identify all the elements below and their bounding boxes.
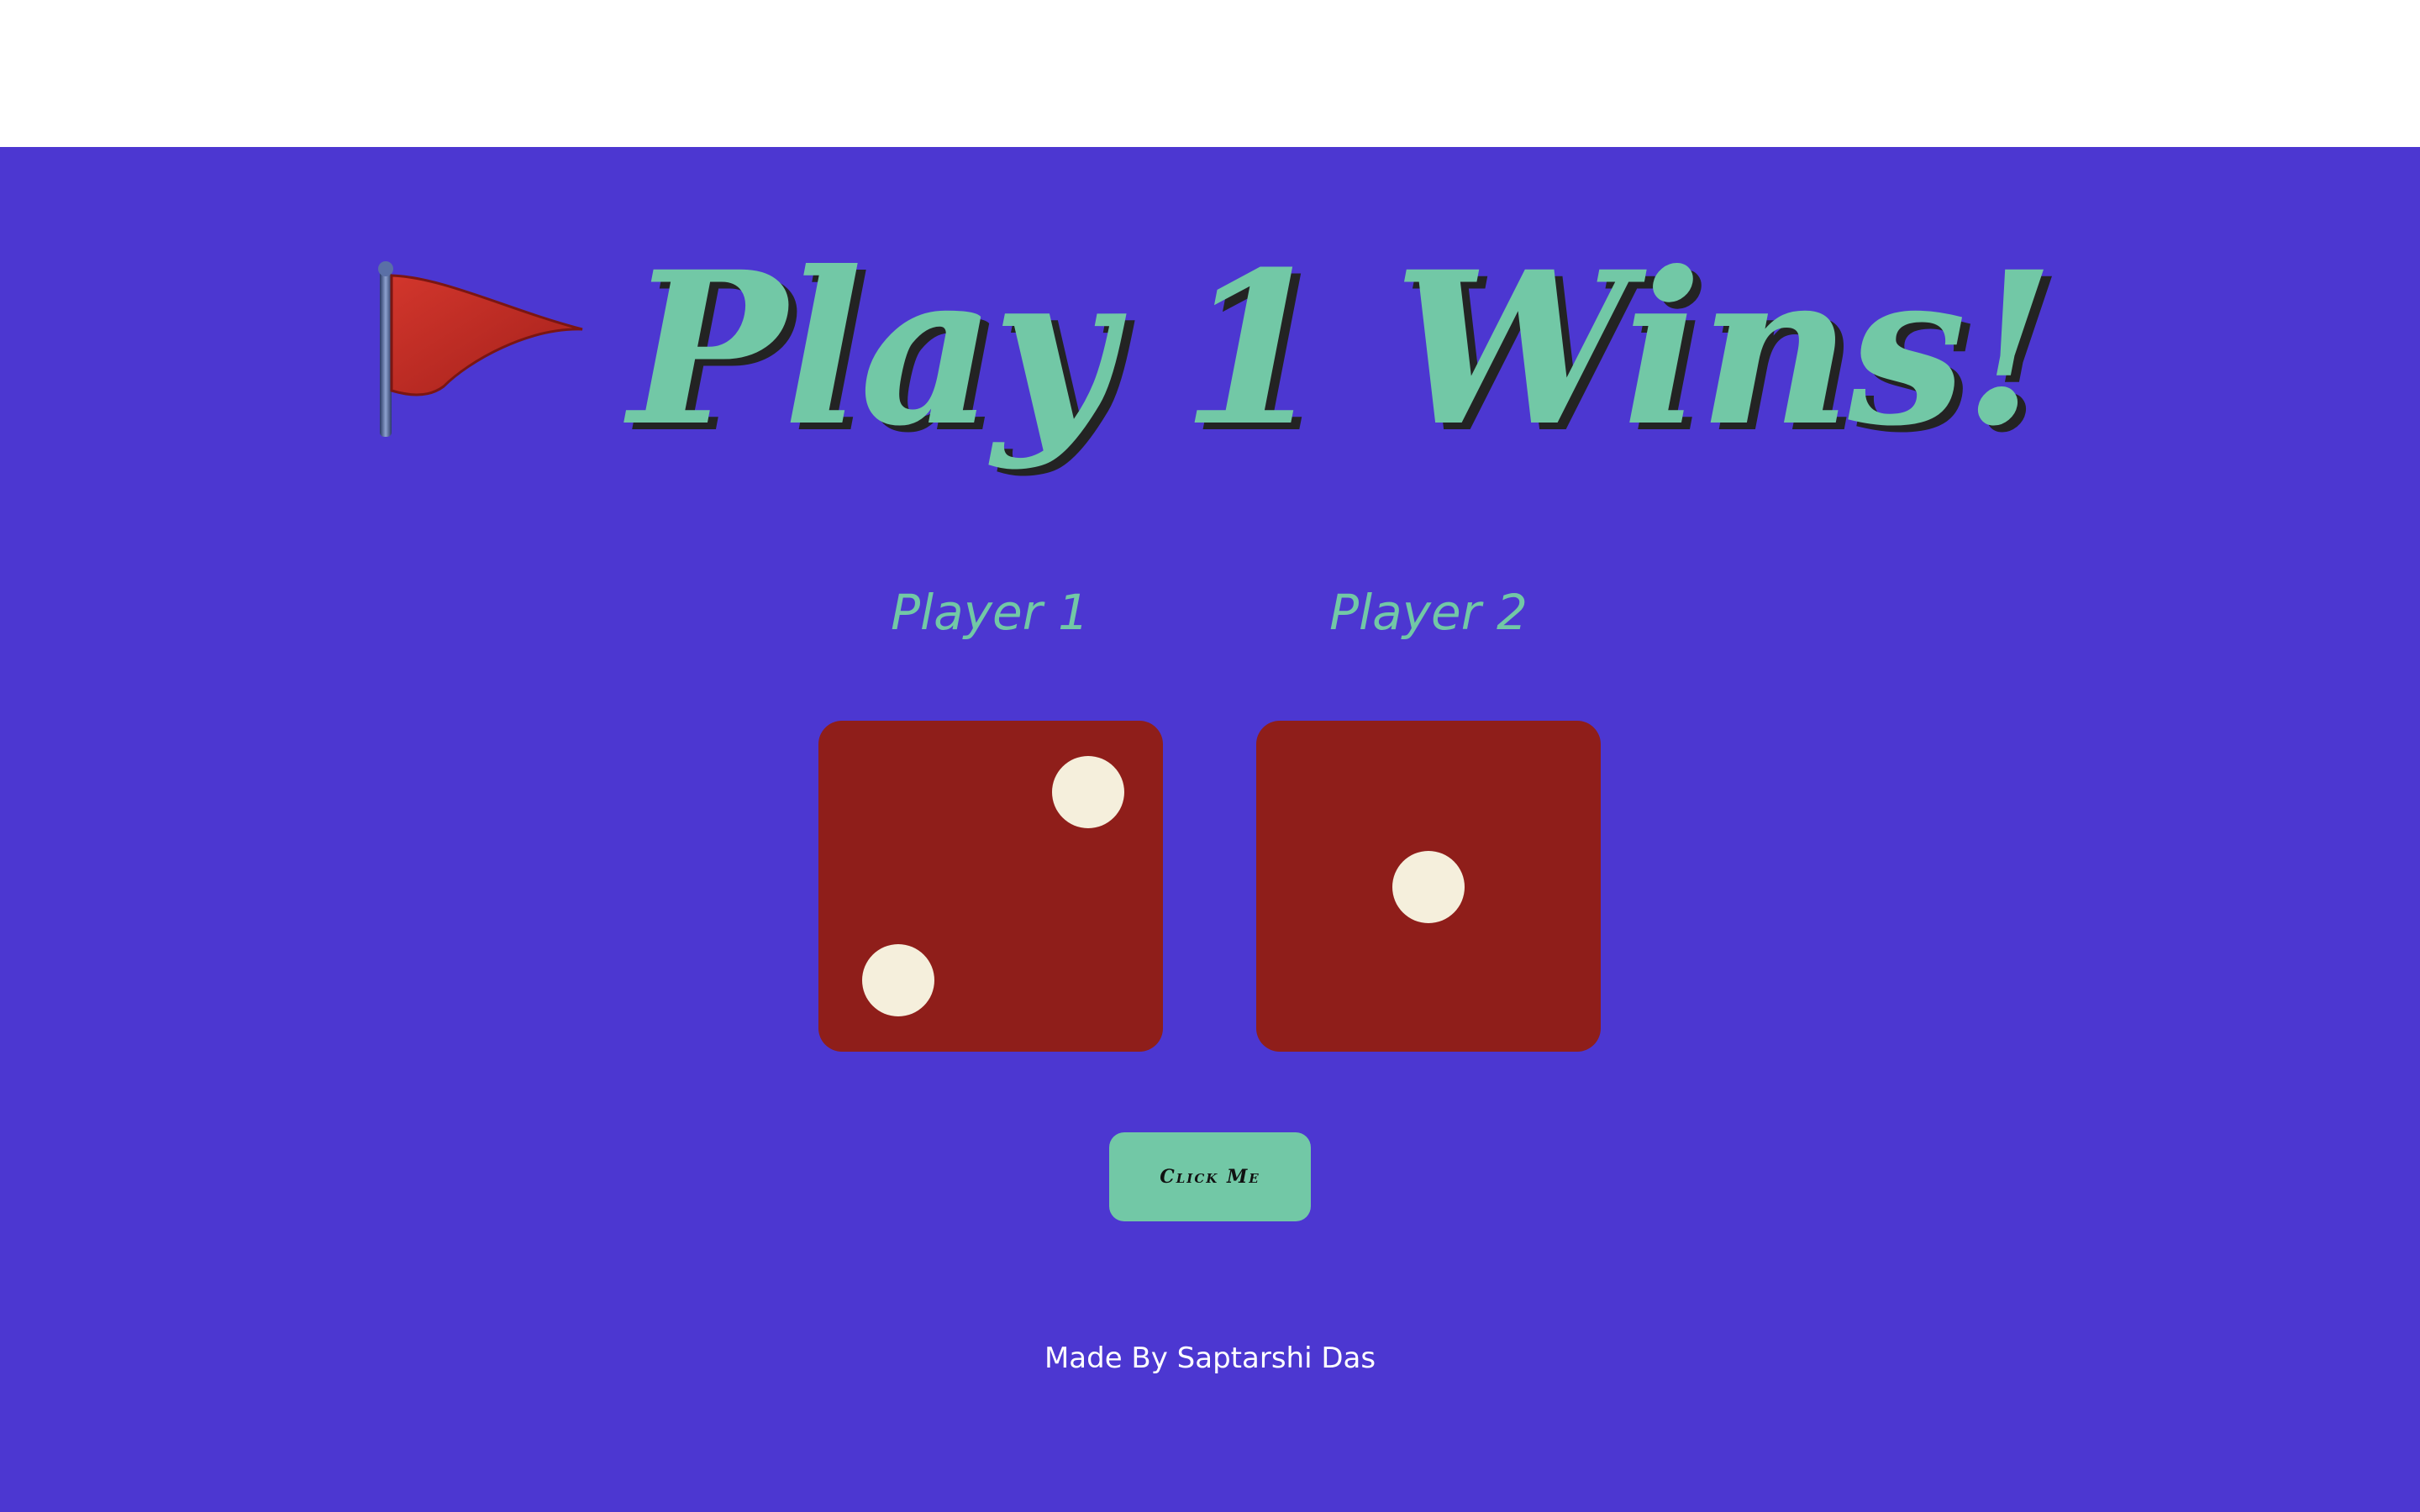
winner-title: Play 1 Wins! — [629, 225, 2055, 472]
die-pip — [862, 944, 934, 1016]
footer-credit: Made By Saptarshi Das — [1044, 1341, 1376, 1375]
die-pip — [1392, 851, 1465, 923]
roll-dice-button[interactable]: Click Me — [1109, 1132, 1311, 1221]
player-2-die — [1256, 721, 1601, 1052]
player-1-die — [818, 721, 1163, 1052]
winner-heading: Play 1 Wins! — [0, 223, 2420, 475]
die-pip — [1052, 756, 1124, 828]
player-1-label: Player 1 — [891, 584, 1089, 641]
red-flag-icon — [378, 261, 583, 437]
top-strip — [0, 0, 2420, 147]
player-2-label: Player 2 — [1329, 584, 1528, 641]
